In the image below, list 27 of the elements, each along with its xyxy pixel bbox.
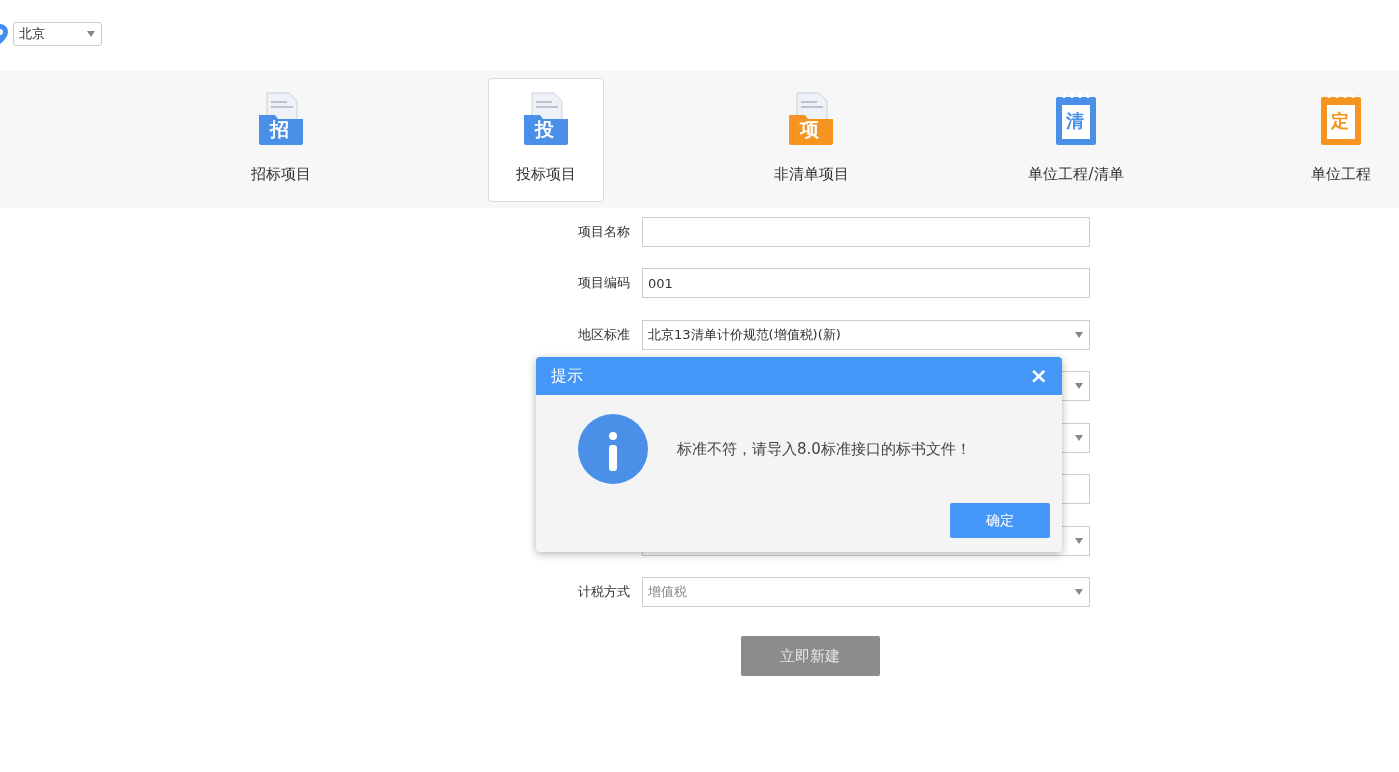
caret-icon — [1075, 589, 1083, 595]
caret-icon — [1075, 537, 1083, 544]
icon-character: 投 — [535, 119, 554, 139]
tab[interactable]: 清 单位工程/清单 — [1018, 77, 1134, 202]
icon-character: 招 — [270, 119, 289, 139]
input-field[interactable]: 001 — [642, 268, 1090, 298]
dialog-title: 提示 — [551, 365, 583, 387]
dropdown[interactable]: 北京13清单计价规范(增值税)(新) — [642, 319, 1090, 350]
icon-character: 定 — [1331, 111, 1349, 130]
tab[interactable]: 定 单位工程 — [1283, 77, 1399, 202]
field-label: 地区标准 — [577, 325, 630, 344]
icon-character: 清 — [1066, 111, 1084, 130]
field-label: 项目编码 — [577, 274, 630, 292]
field-label: 计税方式 — [577, 583, 630, 601]
caret-icon — [1075, 331, 1083, 338]
tab[interactable]: 项 非清单项目 — [753, 77, 869, 202]
dialog-message: 标准不符，请导入8.0标准接口的标书文件！ — [677, 439, 971, 459]
input-field[interactable] — [642, 216, 1090, 247]
caret-icon — [1075, 434, 1083, 441]
info-icon — [578, 414, 648, 484]
city-select[interactable]: 北京 — [13, 22, 102, 46]
caret-icon — [1075, 383, 1083, 389]
tab[interactable]: 招 招标项目 — [223, 77, 339, 202]
field-label: 项目名称 — [577, 222, 630, 241]
icon-character: 项 — [800, 119, 819, 139]
caret-icon — [87, 31, 95, 37]
tab[interactable]: 投 投标项目 — [488, 77, 604, 202]
